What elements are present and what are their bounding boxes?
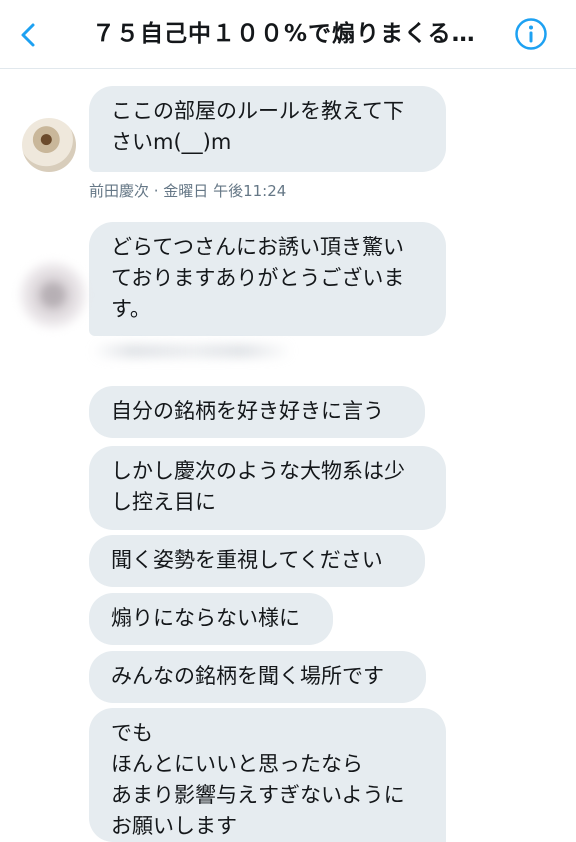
avatar[interactable] [22,118,76,172]
conversation-header: ７５自己中１００%で煽りまくる… [0,0,576,69]
message-bubble[interactable]: 聞く姿勢を重視してください [89,535,425,587]
info-circle-icon [515,18,547,50]
message-meta: 前田慶次 · 金曜日 午後11:24 [89,182,287,200]
chevron-left-icon [21,23,35,47]
message-bubble[interactable]: みんなの銘柄を聞く場所です [89,651,426,703]
message-meta-redacted [92,344,292,358]
message-bubble[interactable]: でも ほんとにいいと思ったなら あまり影響与えすぎないように お願いします [89,708,446,842]
message-bubble[interactable]: 煽りにならない様に [89,593,333,645]
message-bubble[interactable]: ここの部屋のルールを教えて下さいm(__)m [89,86,446,172]
conversation-title: ７５自己中１００%で煽りまくる… [92,21,476,47]
message-bubble[interactable]: 自分の銘柄を好き好きに言う [89,386,425,438]
info-button[interactable] [514,17,548,51]
message-bubble[interactable]: しかし慶次のような大物系は少し控え目に [89,446,446,530]
avatar[interactable] [18,260,88,330]
message-bubble[interactable]: どらてつさんにお誘い頂き驚いておりますありがとうございます。 [89,222,446,336]
back-button[interactable] [14,20,44,50]
